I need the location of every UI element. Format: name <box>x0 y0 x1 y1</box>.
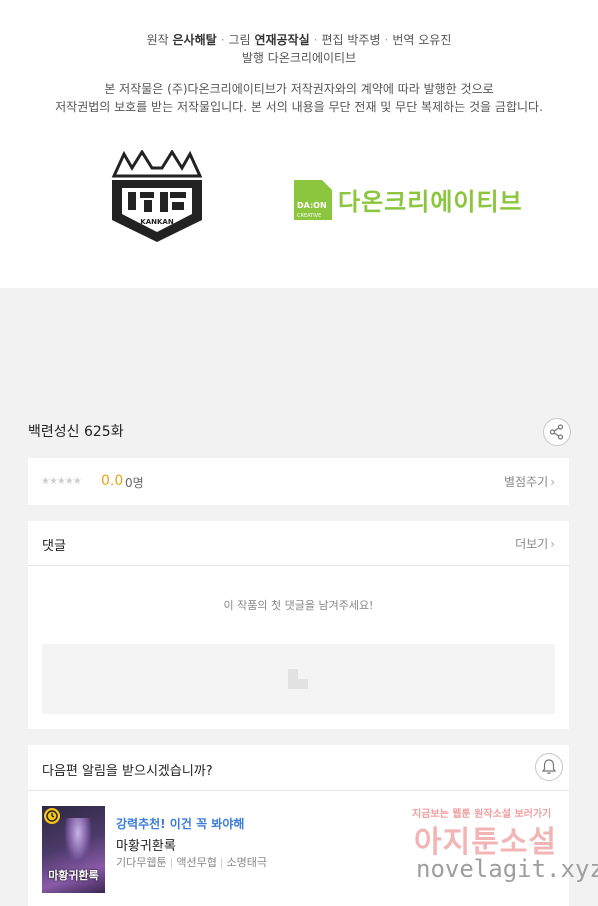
share-icon <box>549 424 564 440</box>
rating-score: 0.0 <box>101 473 124 489</box>
chevron-right-icon: › <box>550 537 555 551</box>
credits-line-publisher: 발행 다온크리에이티브 <box>0 49 598 66</box>
art-value: 연재공작실 <box>254 33 310 47</box>
translation-value: 오유진 <box>418 33 452 47</box>
kuaikan-logo: KANKAN <box>108 149 206 246</box>
credits-line-staff: 원작 은사해탈 · 그림 연재공작실 · 편집 박주병 · 번역 오유진 <box>146 33 452 47</box>
recommendation-tags: 기다무웹툰 | 액션무협 | 소명태극 <box>116 856 268 869</box>
original-label: 원작 <box>146 33 169 47</box>
recommendation-thumbnail[interactable]: 마황귀환록 <box>42 806 105 893</box>
art-label: 그림 <box>228 33 251 47</box>
kuaikan-logo-mark: KANKAN <box>111 149 203 242</box>
credits-section: 원작 은사해탈 · 그림 연재공작실 · 편집 박주병 · 번역 오유진 발행 다온크리에이… <box>0 0 598 288</box>
comment-placeholder-icon <box>288 669 308 689</box>
publisher-label: 발행 <box>241 51 264 65</box>
thumbnail-title: 마황귀환록 <box>48 869 99 882</box>
rating-card: ★★★★★ 0.0 0명 별점주기 › <box>28 458 569 505</box>
rating-stars[interactable]: ★★★★★ <box>41 476 82 487</box>
watermark-url: novelagit.xyz <box>416 855 598 883</box>
editor-value: 박주병 <box>347 33 381 47</box>
comments-more-label: 더보기 <box>515 537 549 551</box>
watermark: 지금보는 웹툰 원작소설 보러가기 아지툰소설 novelagit.xyz <box>410 803 598 893</box>
bell-icon <box>541 759 557 774</box>
divider <box>28 790 569 791</box>
publisher-value: 다온크리에이티브 <box>267 51 357 65</box>
comments-card: 댓글 더보기 › 이 작품의 첫 댓글을 남겨주세요! <box>28 521 569 729</box>
recommendation-title[interactable]: 마황귀환록 <box>116 835 176 854</box>
daon-creative-logo: DA:ON CREATIVE 다온크리에이티브 <box>294 180 540 220</box>
rate-button-label: 별점주기 <box>504 475 549 489</box>
recommendation-promo[interactable]: 강력추천! 이건 꼭 봐야해 <box>116 815 244 832</box>
editor-label: 편집 <box>321 33 344 47</box>
daon-badge-top: DA:ON <box>297 201 327 210</box>
kuaikan-logo-text: KANKAN <box>140 218 174 226</box>
daon-badge-bottom: CREATIVE <box>297 213 321 219</box>
copyright-notice-line1: 본 저작물은 (주)다온크리에이티브가 저작권자와의 계약에 따라 발행한 것으… <box>104 82 494 96</box>
copyright-notice-line2: 저작권법의 보호를 받는 저작물입니다. 본 서의 내용을 무단 전재 및 무단… <box>55 100 543 114</box>
tag: 소명태극 <box>226 856 268 869</box>
thumbnail-art <box>64 818 92 868</box>
original-value: 은사해탈 <box>172 33 217 47</box>
comments-more-link[interactable]: 더보기 › <box>515 535 555 552</box>
comments-empty-message: 이 작품의 첫 댓글을 남겨주세요! <box>223 599 374 612</box>
clock-icon <box>44 808 60 824</box>
translation-label: 번역 <box>392 33 415 47</box>
daon-logo-text: 다온크리에이티브 <box>338 188 523 216</box>
episode-title: 백련성신 625화 <box>28 424 124 440</box>
divider <box>28 565 569 566</box>
tag: 액션무협 <box>176 856 217 869</box>
notify-question: 다음편 알림을 받으시겠습니까? <box>42 764 213 779</box>
share-button[interactable] <box>543 418 571 446</box>
chevron-right-icon: › <box>550 475 555 489</box>
comment-input-box[interactable] <box>42 644 555 714</box>
rate-button[interactable]: 별점주기 › <box>504 473 555 490</box>
comments-title: 댓글 <box>42 539 66 554</box>
tag: 기다무웹툰 <box>116 856 167 869</box>
notify-bell-button[interactable] <box>535 753 563 781</box>
rating-count: 0명 <box>125 476 144 490</box>
daon-badge: DA:ON CREATIVE <box>294 180 332 220</box>
